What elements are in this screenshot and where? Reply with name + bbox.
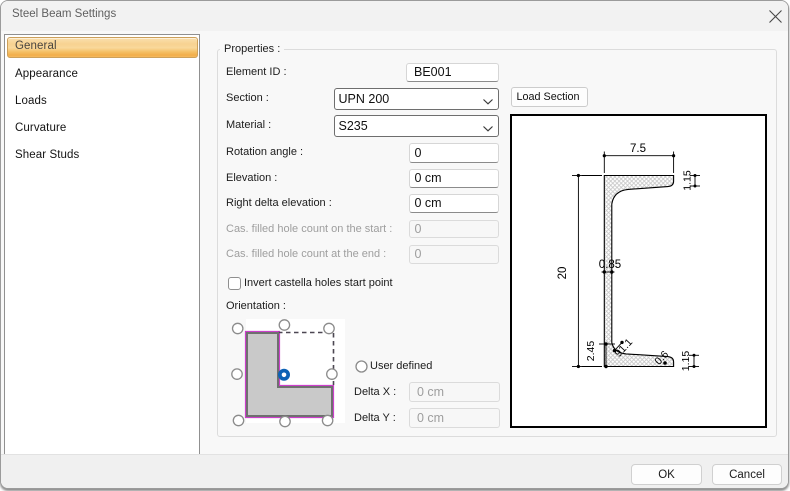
svg-text:20: 20	[557, 267, 569, 280]
svg-text:2.45: 2.45	[585, 341, 597, 362]
svg-text:1.15: 1.15	[680, 351, 692, 372]
svg-text:7.5: 7.5	[630, 143, 646, 155]
svg-text:1.15: 1.15	[682, 170, 694, 191]
svg-text:0.85: 0.85	[599, 259, 621, 271]
